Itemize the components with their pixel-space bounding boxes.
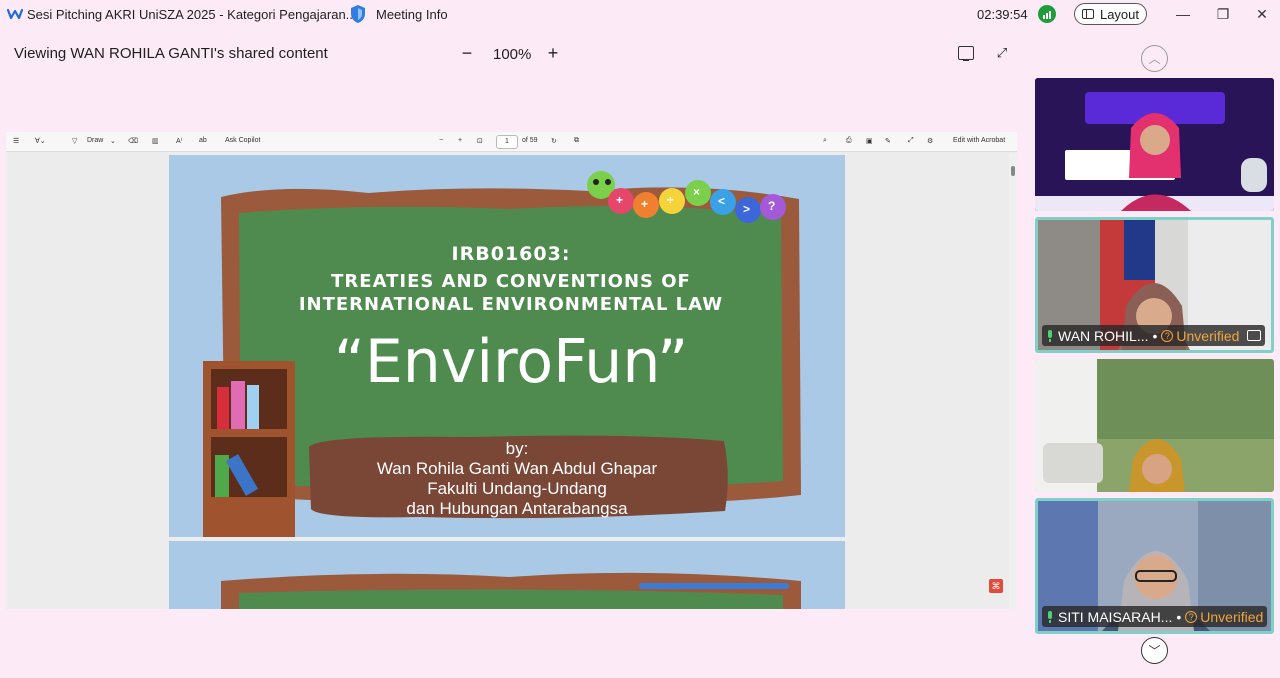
participant-name: WAN ROHIL...	[1058, 327, 1149, 344]
meeting-timer: 02:39:54	[977, 7, 1028, 22]
participant-tile-wan-rohila[interactable]: WAN ROHIL... • ? Unverified	[1035, 217, 1274, 353]
window-title: Sesi Pitching AKRI UniSZA 2025 - Kategor…	[27, 7, 357, 22]
slide-page-1: + + ÷ × < > ? IRB01603: TREATIES AND CON…	[169, 155, 845, 537]
scroll-thumb[interactable]	[1011, 166, 1015, 176]
microphone-icon[interactable]	[1046, 329, 1054, 342]
gear-icon[interactable]: ⚙	[927, 137, 933, 145]
author-name: Wan Rohila Ganti Wan Abdul Ghapar	[376, 459, 658, 478]
video-thumbnail	[1035, 359, 1274, 492]
project-name: “EnviroFun”	[333, 327, 689, 397]
slide-title-line1: TREATIES AND CONVENTIONS OF	[331, 271, 691, 292]
zoom-out-button[interactable]: −	[459, 43, 475, 64]
caterpillar-symbol: +	[616, 193, 624, 207]
participant-tile-host[interactable]	[1035, 78, 1274, 211]
faculty-line2: dan Hubungan Antarabangsa	[406, 499, 628, 518]
unverified-badge: ? Unverified	[1185, 609, 1263, 625]
rotate-icon[interactable]: ↻	[551, 137, 557, 145]
meeting-info-link[interactable]: Meeting Info	[376, 7, 448, 22]
author-banner: by: Wan Rohila Ganti Wan Abdul Ghapar Fa…	[309, 439, 725, 519]
save-icon[interactable]: ▣	[866, 137, 873, 145]
page-view-icon[interactable]: ▥	[152, 137, 159, 145]
participant-name: SITI MAISARAH...	[1058, 608, 1173, 625]
highlight-icon[interactable]: ∀⌄	[35, 137, 46, 145]
close-icon[interactable]: ✕	[1253, 5, 1271, 23]
expand-pdf-icon[interactable]: ⤢	[908, 137, 914, 145]
ask-copilot-button[interactable]: Ask Copilot	[225, 137, 260, 144]
copilot-icon[interactable]: ab	[199, 137, 207, 144]
shared-content-area[interactable]: ☰ ∀⌄ ▽ Draw ⌄ ⌫ ▥ A⁾ ab Ask Copilot − + …	[6, 132, 1017, 609]
video-thumbnail	[1035, 78, 1274, 211]
separator: •	[1176, 608, 1182, 625]
slide-title-line2: INTERNATIONAL ENVIRONMENTAL LAW	[298, 294, 724, 315]
acrobat-icon[interactable]: ⌘	[989, 579, 1003, 593]
pdf-scrollbar[interactable]	[1009, 154, 1017, 609]
participant-tile-siti-maisarah[interactable]: SITI MAISARAH... • ? Unverified	[1035, 498, 1274, 634]
read-aloud-icon[interactable]: A⁾	[176, 137, 182, 145]
draw-label[interactable]: Draw	[87, 137, 103, 144]
fullscreen-icon[interactable]: ⤢	[995, 46, 1009, 60]
print-icon[interactable]: ⎙	[846, 137, 852, 145]
pdf-zoom-out[interactable]: −	[439, 137, 443, 144]
caterpillar-symbol: >	[743, 202, 751, 216]
pdf-toolbar: ☰ ∀⌄ ▽ Draw ⌄ ⌫ ▥ A⁾ ab Ask Copilot − + …	[6, 132, 1017, 152]
sharing-screen-icon	[1247, 330, 1262, 341]
unverified-label: Unverified	[1176, 327, 1240, 344]
zoom-level: 100%	[493, 46, 532, 63]
slide-title-block: IRB01603: TREATIES AND CONVENTIONS OF IN…	[239, 243, 783, 397]
participant-name-bar: WAN ROHIL... • ? Unverified	[1042, 325, 1266, 346]
restore-icon[interactable]: ❐	[1214, 5, 1232, 23]
layout-button[interactable]: Layout	[1074, 3, 1147, 25]
caterpillar-symbol: ÷	[667, 193, 674, 207]
caterpillar-symbol: <	[718, 194, 726, 208]
caterpillar-symbol: ×	[693, 185, 701, 199]
page-total: of 59	[522, 137, 538, 144]
caterpillar-symbol: ?	[768, 199, 776, 213]
layout-button-label: Layout	[1099, 6, 1140, 22]
minimize-icon[interactable]: —	[1174, 5, 1192, 23]
slide-2-illustration	[221, 572, 801, 609]
question-icon: ?	[1185, 610, 1198, 623]
gallery-up-icon[interactable]: ︿	[1141, 45, 1168, 72]
question-icon: ?	[1161, 329, 1174, 342]
two-page-icon[interactable]: ⧉	[574, 137, 579, 145]
annotate-icon[interactable]: ✎	[885, 137, 891, 145]
edit-with-acrobat-button[interactable]: Edit with Acrobat	[953, 137, 1005, 144]
pdf-zoom-in[interactable]: +	[458, 137, 462, 144]
participant-name-bar: SITI MAISARAH... • ? Unverified	[1042, 606, 1268, 627]
zoom-in-button[interactable]: +	[545, 43, 561, 64]
by-label: by:	[505, 439, 529, 458]
microphone-icon[interactable]	[1046, 610, 1054, 623]
webex-icon	[7, 8, 23, 20]
pop-out-icon[interactable]	[958, 46, 974, 61]
unverified-label: Unverified	[1200, 608, 1264, 625]
gallery-down-icon[interactable]: ﹀	[1141, 637, 1168, 664]
fit-page-icon[interactable]: ⊡	[477, 137, 483, 145]
chevron-down-icon[interactable]: ⌄	[110, 137, 116, 145]
separator: •	[1152, 327, 1158, 344]
layout-icon	[1081, 9, 1094, 19]
draw-icon[interactable]: ▽	[72, 137, 77, 145]
faculty-line1: Fakulti Undang-Undang	[427, 479, 607, 498]
title-bar: Sesi Pitching AKRI UniSZA 2025 - Kategor…	[0, 0, 1280, 30]
participant-tile-3[interactable]	[1035, 359, 1274, 492]
page-number-input[interactable]: 1	[496, 135, 518, 149]
course-code: IRB01603:	[451, 243, 571, 265]
signal-icon[interactable]	[1038, 5, 1056, 23]
search-icon[interactable]: ⌕	[823, 137, 827, 145]
shield-icon[interactable]	[349, 4, 367, 24]
menu-icon[interactable]: ☰	[13, 137, 19, 145]
slide-page-2	[169, 541, 845, 609]
eraser-icon[interactable]: ⌫	[128, 137, 138, 145]
unverified-badge: ? Unverified	[1161, 328, 1239, 344]
caterpillar-symbol: +	[641, 197, 649, 211]
viewing-label: Viewing WAN ROHILA GANTI's shared conten…	[14, 45, 328, 62]
